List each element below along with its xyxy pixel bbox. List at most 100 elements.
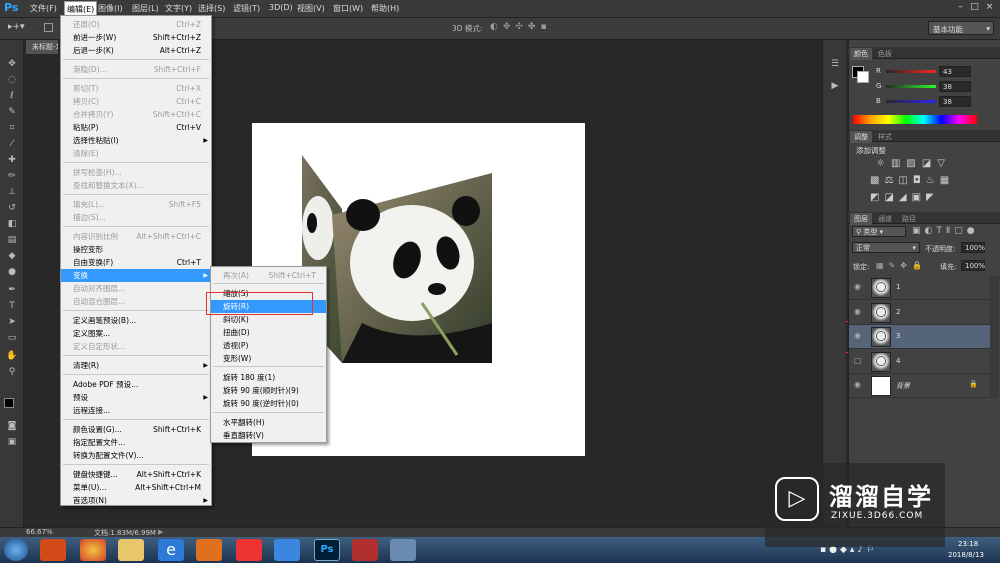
app4-icon[interactable]: [274, 539, 300, 561]
tab-styles[interactable]: 样式: [874, 131, 896, 143]
lock-icons[interactable]: ▦✎✥🔒: [876, 261, 927, 270]
tab-swatches[interactable]: 色板: [874, 48, 896, 60]
menu-item-10[interactable]: 帮助(H): [371, 3, 399, 14]
tab-color[interactable]: 颜色: [850, 48, 872, 60]
app6-icon[interactable]: [390, 539, 416, 561]
edit-menu-item[interactable]: 定义图案...: [61, 327, 211, 340]
edit-menu-item[interactable]: 自由变换(F) Ctrl+T: [61, 256, 211, 269]
edit-menu-item[interactable]: 远程连接...: [61, 404, 211, 417]
layer-row[interactable]: ▢ 4: [849, 350, 990, 374]
layers-scrollbar[interactable]: [990, 276, 999, 398]
marquee-icon[interactable]: ◌: [5, 74, 19, 86]
edit-menu-item[interactable]: 首选项(N) ▶: [61, 494, 211, 507]
layer-filter-select[interactable]: ⚲ 类型 ▾: [852, 226, 906, 237]
visibility-off-icon[interactable]: ▢: [854, 356, 862, 365]
eye-icon[interactable]: ◉: [854, 331, 861, 340]
eraser-icon[interactable]: ◧: [5, 218, 19, 230]
transform-menu-item[interactable]: 透视(P): [211, 339, 326, 352]
edit-menu-item[interactable]: 清理(R) ▶: [61, 359, 211, 372]
menu-item-7[interactable]: 3D(D): [269, 3, 293, 12]
workspace-select[interactable]: 基本功能 ▾: [928, 21, 994, 35]
eyedropper-icon[interactable]: ⁄: [5, 138, 19, 150]
layer-row[interactable]: ◉ 背景 🔒: [849, 374, 990, 398]
gradient-icon[interactable]: ▤: [5, 234, 19, 246]
menu-item-5[interactable]: 选择(S): [198, 3, 225, 14]
adjustment-icons-row1[interactable]: ☼▥▨◪▽: [876, 158, 951, 169]
layer-row[interactable]: ◉ 2: [849, 301, 990, 325]
history-panel-icon[interactable]: ☰: [828, 58, 842, 70]
move-icon[interactable]: ✥: [5, 58, 19, 70]
maximize-icon[interactable]: □: [968, 2, 981, 15]
type-icon[interactable]: T: [5, 300, 19, 312]
edit-menu-item[interactable]: 后退一步(K) Alt+Ctrl+Z: [61, 44, 211, 57]
edit-menu-item[interactable]: 颜色设置(G)... Shift+Ctrl+K: [61, 423, 211, 436]
color-background-swatch[interactable]: [857, 71, 869, 83]
transform-menu-item[interactable]: 扭曲(D): [211, 326, 326, 339]
transform-menu-item[interactable]: 旋转 180 度(1): [211, 371, 326, 384]
blur-icon[interactable]: ◆: [5, 250, 19, 262]
transform-menu-item[interactable]: 旋转 90 度(逆时针)(0): [211, 397, 326, 410]
brush-icon[interactable]: ✏: [5, 170, 19, 182]
hand-icon[interactable]: ✋: [5, 350, 19, 362]
edit-menu-item[interactable]: 前进一步(W) Shift+Ctrl+Z: [61, 31, 211, 44]
app3-icon[interactable]: [236, 539, 262, 561]
dodge-icon[interactable]: ●: [5, 266, 19, 278]
minimize-icon[interactable]: –: [954, 2, 967, 15]
edit-menu-item[interactable]: 操控变形: [61, 243, 211, 256]
r-slider[interactable]: [886, 70, 936, 73]
r-value[interactable]: 43: [939, 66, 971, 77]
menu-item-2[interactable]: 图像(I): [98, 3, 123, 14]
opacity-value[interactable]: 100%: [961, 242, 985, 253]
pen-icon[interactable]: ✒: [5, 284, 19, 296]
layer-filter-icons[interactable]: ▣◐TⅡ▢●: [912, 226, 979, 236]
actions-panel-icon[interactable]: ▶: [828, 80, 842, 92]
fill-value[interactable]: 100%: [961, 260, 985, 271]
layer-row[interactable]: ◉ 3: [849, 325, 990, 349]
menu-item-4[interactable]: 文字(Y): [165, 3, 192, 14]
document-tab[interactable]: 未标题-1: [26, 40, 58, 54]
app5-icon[interactable]: [352, 539, 378, 561]
color-spectrum[interactable]: [853, 115, 977, 124]
g-slider[interactable]: [886, 85, 936, 88]
transform-menu-item[interactable]: 变形(W): [211, 352, 326, 365]
eye-icon[interactable]: ◉: [854, 380, 861, 389]
layer-row[interactable]: ◉ 1: [849, 276, 990, 300]
eye-icon[interactable]: ◉: [854, 307, 861, 316]
tab-paths[interactable]: 路径: [898, 213, 920, 225]
photoshop-taskbar-icon[interactable]: Ps: [314, 539, 340, 561]
edit-menu-item[interactable]: 定义画笔预设(B)...: [61, 314, 211, 327]
status-arrow-icon[interactable]: ▶: [158, 528, 163, 536]
quick-select-icon[interactable]: ✎: [5, 106, 19, 118]
zoom-icon[interactable]: ⚲: [5, 366, 19, 378]
tab-adjustments[interactable]: 调整: [850, 131, 872, 143]
zoom-level[interactable]: 66.67%: [26, 528, 53, 536]
lasso-icon[interactable]: ℓ: [5, 90, 19, 102]
tab-layers[interactable]: 图层: [850, 213, 872, 225]
auto-select-checkbox[interactable]: [44, 23, 53, 32]
edit-menu-item[interactable]: Adobe PDF 预设...: [61, 378, 211, 391]
b-slider[interactable]: [886, 100, 936, 103]
menu-item-0[interactable]: 文件(F): [30, 3, 57, 14]
eye-icon[interactable]: ◉: [854, 282, 861, 291]
menu-item-8[interactable]: 视图(V): [297, 3, 325, 14]
start-icon[interactable]: [4, 539, 28, 561]
close-icon[interactable]: ×: [983, 2, 996, 15]
app2-icon[interactable]: [80, 539, 106, 561]
crop-icon[interactable]: ⌗: [5, 122, 19, 134]
edit-menu-item[interactable]: 键盘快捷键... Alt+Shift+Ctrl+K: [61, 468, 211, 481]
foreground-color-swatch[interactable]: [4, 398, 14, 408]
menu-item-9[interactable]: 窗口(W): [333, 3, 363, 14]
g-value[interactable]: 38: [939, 81, 971, 92]
3d-mode-icons[interactable]: ◐✥✣✤▪: [490, 22, 552, 32]
quick-mask-icon[interactable]: ◙: [5, 420, 19, 432]
b-value[interactable]: 38: [939, 96, 971, 107]
transform-menu-item[interactable]: 旋转 90 度(顺时针)(9): [211, 384, 326, 397]
adjustment-icons-row3[interactable]: ◩◪◢▣◤: [870, 192, 939, 203]
edit-menu-item[interactable]: 预设 ▶: [61, 391, 211, 404]
move-tool-icon[interactable]: ▸+▾: [8, 22, 36, 35]
edit-menu-item[interactable]: 菜单(U)... Alt+Shift+Ctrl+M: [61, 481, 211, 494]
screen-mode-icon[interactable]: ▣: [5, 436, 19, 448]
transform-menu-item[interactable]: 垂直翻转(V): [211, 429, 326, 442]
edit-menu-item[interactable]: 变换 ▶: [61, 269, 211, 282]
tab-channels[interactable]: 通道: [874, 213, 896, 225]
